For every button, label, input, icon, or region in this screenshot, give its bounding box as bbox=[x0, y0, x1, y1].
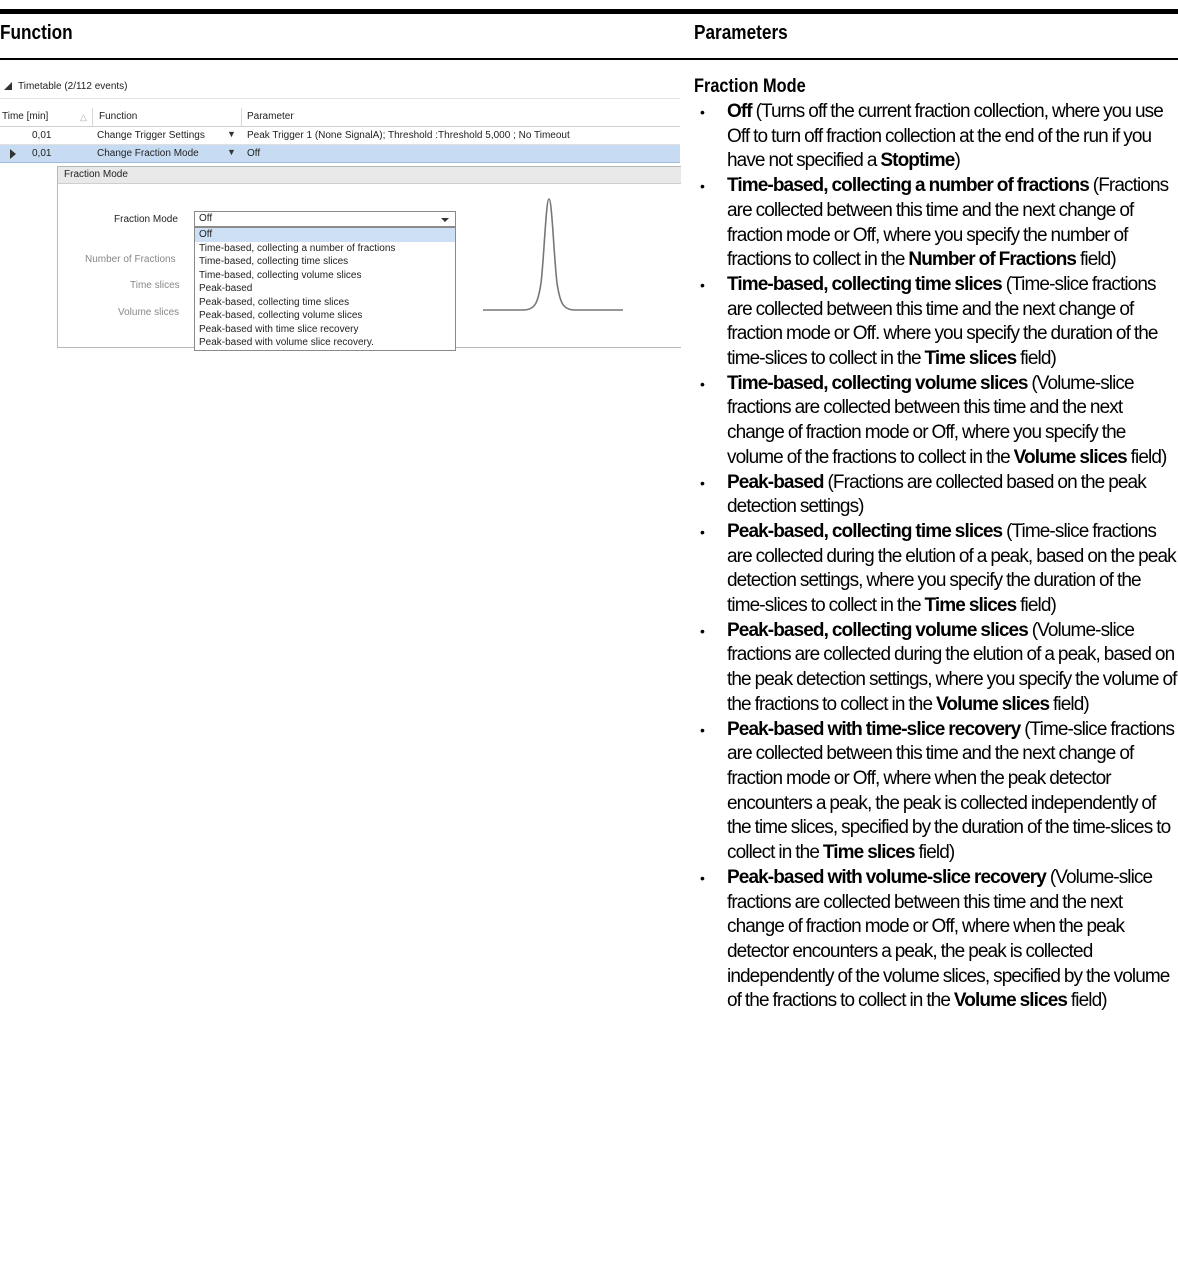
description-end: field) bbox=[1049, 693, 1090, 715]
dropdown-option[interactable]: Peak-based, collecting time slices bbox=[195, 296, 455, 310]
col-parameter[interactable]: Parameter bbox=[247, 111, 294, 122]
list-item: • Peak-based, collecting volume slices (V… bbox=[694, 619, 1178, 718]
timetable-title: Timetable (2/112 events) bbox=[18, 80, 128, 92]
dropdown-option[interactable]: Off bbox=[195, 228, 455, 242]
term-ref: Number of Fractions bbox=[908, 249, 1077, 271]
bullet: • bbox=[700, 474, 705, 491]
panel-title-bar: Fraction Mode bbox=[58, 167, 681, 184]
timetable-header[interactable]: Timetable (2/112 events) bbox=[0, 78, 128, 94]
term-ref: Time slices bbox=[924, 348, 1018, 370]
parameters-column-header: Parameters bbox=[694, 22, 788, 44]
list-item: • Peak-based (Fractions are collected bas… bbox=[694, 471, 1178, 520]
term-ref: Stoptime bbox=[880, 150, 955, 172]
dropdown-option[interactable]: Time-based, collecting volume slices bbox=[195, 269, 455, 283]
col-function[interactable]: Function bbox=[99, 111, 137, 122]
row-function[interactable]: Change Fraction Mode bbox=[97, 148, 199, 159]
dropdown-option[interactable]: Peak-based bbox=[195, 282, 455, 296]
fraction-mode-panel: Fraction Mode Fraction Mode Off Number o… bbox=[57, 166, 681, 351]
term: Off bbox=[727, 101, 753, 122]
chevron-down-icon[interactable] bbox=[441, 218, 449, 222]
row-parameter[interactable]: Off bbox=[247, 148, 260, 159]
description-end: field) bbox=[1067, 990, 1108, 1012]
term-ref: Time slices bbox=[924, 595, 1018, 617]
list-item: • Off (Turns off the current fraction col… bbox=[694, 100, 1178, 174]
chevron-down-icon[interactable]: ▼ bbox=[227, 129, 236, 139]
divider bbox=[0, 98, 680, 99]
panel-title: Fraction Mode bbox=[64, 169, 128, 180]
term-ref: Volume slices bbox=[953, 990, 1068, 1012]
term: Peak-based, collecting time slices bbox=[727, 520, 1003, 542]
row-time: 0,01 bbox=[32, 130, 52, 141]
function-column-header: Function bbox=[0, 22, 73, 44]
term-ref: Volume slices bbox=[936, 693, 1050, 715]
row-selector-icon bbox=[10, 149, 16, 159]
bullet: • bbox=[700, 375, 705, 392]
chevron-down-icon[interactable]: ▼ bbox=[227, 147, 236, 157]
description-end: field) bbox=[1016, 348, 1057, 370]
grid-header: Time [min] △ Function Parameter bbox=[0, 108, 680, 127]
description-end: ) bbox=[954, 150, 960, 172]
dropdown-option[interactable]: Peak-based, collecting volume slices bbox=[195, 309, 455, 323]
description-end: field) bbox=[1016, 595, 1057, 617]
bullet: • bbox=[700, 869, 705, 886]
term: Time-based, collecting a number of fract… bbox=[727, 175, 1090, 197]
term: Peak-based with volume-slice recovery bbox=[727, 866, 1047, 888]
col-time[interactable]: Time [min] bbox=[2, 111, 48, 122]
term: Peak-based bbox=[727, 471, 825, 493]
list-item: • Peak-based with time-slice recovery (Ti… bbox=[694, 718, 1178, 866]
list-item: • Time-based, collecting a number of frac… bbox=[694, 174, 1178, 273]
volume-slices-label: Volume slices bbox=[118, 307, 180, 318]
peak-curve-icon bbox=[483, 198, 623, 311]
description-end: field) bbox=[914, 842, 956, 864]
select-value: Off bbox=[199, 213, 213, 224]
bullet: • bbox=[700, 721, 705, 738]
sort-arrow-icon: △ bbox=[80, 112, 87, 122]
term: Peak-based, collecting volume slices bbox=[727, 619, 1029, 641]
list-item: • Time-based, collecting time slices (Tim… bbox=[694, 273, 1178, 372]
list-item: • Peak-based, collecting time slices (Tim… bbox=[694, 520, 1178, 619]
divider bbox=[241, 108, 242, 126]
row-parameter[interactable]: Peak Trigger 1 (None SignalA); Threshold… bbox=[247, 130, 570, 141]
section-title: Fraction Mode bbox=[694, 76, 806, 97]
bullet: • bbox=[700, 104, 705, 120]
table-row-selected[interactable]: 0,01 Change Fraction Mode ▼ Off bbox=[0, 145, 680, 163]
parameters-section: Fraction Mode • Off (Turns off the curren… bbox=[694, 76, 1178, 1014]
dropdown-option[interactable]: Time-based, collecting time slices bbox=[195, 255, 455, 269]
fraction-mode-dropdown-list[interactable]: Off Time-based, collecting a number of f… bbox=[194, 227, 456, 351]
row-time: 0,01 bbox=[32, 148, 52, 159]
fraction-mode-label: Fraction Mode bbox=[114, 214, 178, 225]
table-row[interactable]: 0,01 Change Trigger Settings ▼ Peak Trig… bbox=[0, 127, 680, 145]
collapse-triangle-icon[interactable] bbox=[4, 82, 12, 90]
bullet: • bbox=[700, 178, 705, 195]
term: Peak-based with time-slice recovery bbox=[727, 718, 1021, 740]
fraction-mode-select[interactable]: Off bbox=[194, 211, 456, 227]
term-ref: Time slices bbox=[822, 842, 916, 864]
description-end: field) bbox=[1076, 249, 1117, 271]
top-rule bbox=[0, 9, 1178, 14]
row-function[interactable]: Change Trigger Settings bbox=[97, 130, 205, 141]
time-slices-label: Time slices bbox=[130, 280, 180, 291]
timetable-screenshot: Timetable (2/112 events) Time [min] △ Fu… bbox=[0, 70, 681, 370]
bullet: • bbox=[700, 523, 705, 540]
list-item: • Peak-based with volume-slice recovery (… bbox=[694, 866, 1178, 1014]
term: Time-based, collecting time slices bbox=[727, 273, 1003, 295]
dropdown-option[interactable]: Peak-based with volume slice recovery. bbox=[195, 336, 455, 350]
bullet: • bbox=[700, 622, 705, 639]
list-item: • Time-based, collecting volume slices (V… bbox=[694, 372, 1178, 471]
fraction-mode-list: • Off (Turns off the current fraction col… bbox=[694, 100, 1178, 1014]
number-of-fractions-label: Number of Fractions bbox=[85, 254, 176, 265]
term-ref: Volume slices bbox=[1013, 446, 1128, 468]
term: Time-based, collecting volume slices bbox=[727, 372, 1028, 394]
dropdown-option[interactable]: Time-based, collecting a number of fract… bbox=[195, 242, 455, 256]
divider bbox=[92, 108, 93, 126]
header-rule bbox=[0, 58, 1178, 60]
bullet: • bbox=[700, 276, 705, 293]
description-end: field) bbox=[1126, 446, 1168, 468]
dropdown-option[interactable]: Peak-based with time slice recovery bbox=[195, 323, 455, 337]
